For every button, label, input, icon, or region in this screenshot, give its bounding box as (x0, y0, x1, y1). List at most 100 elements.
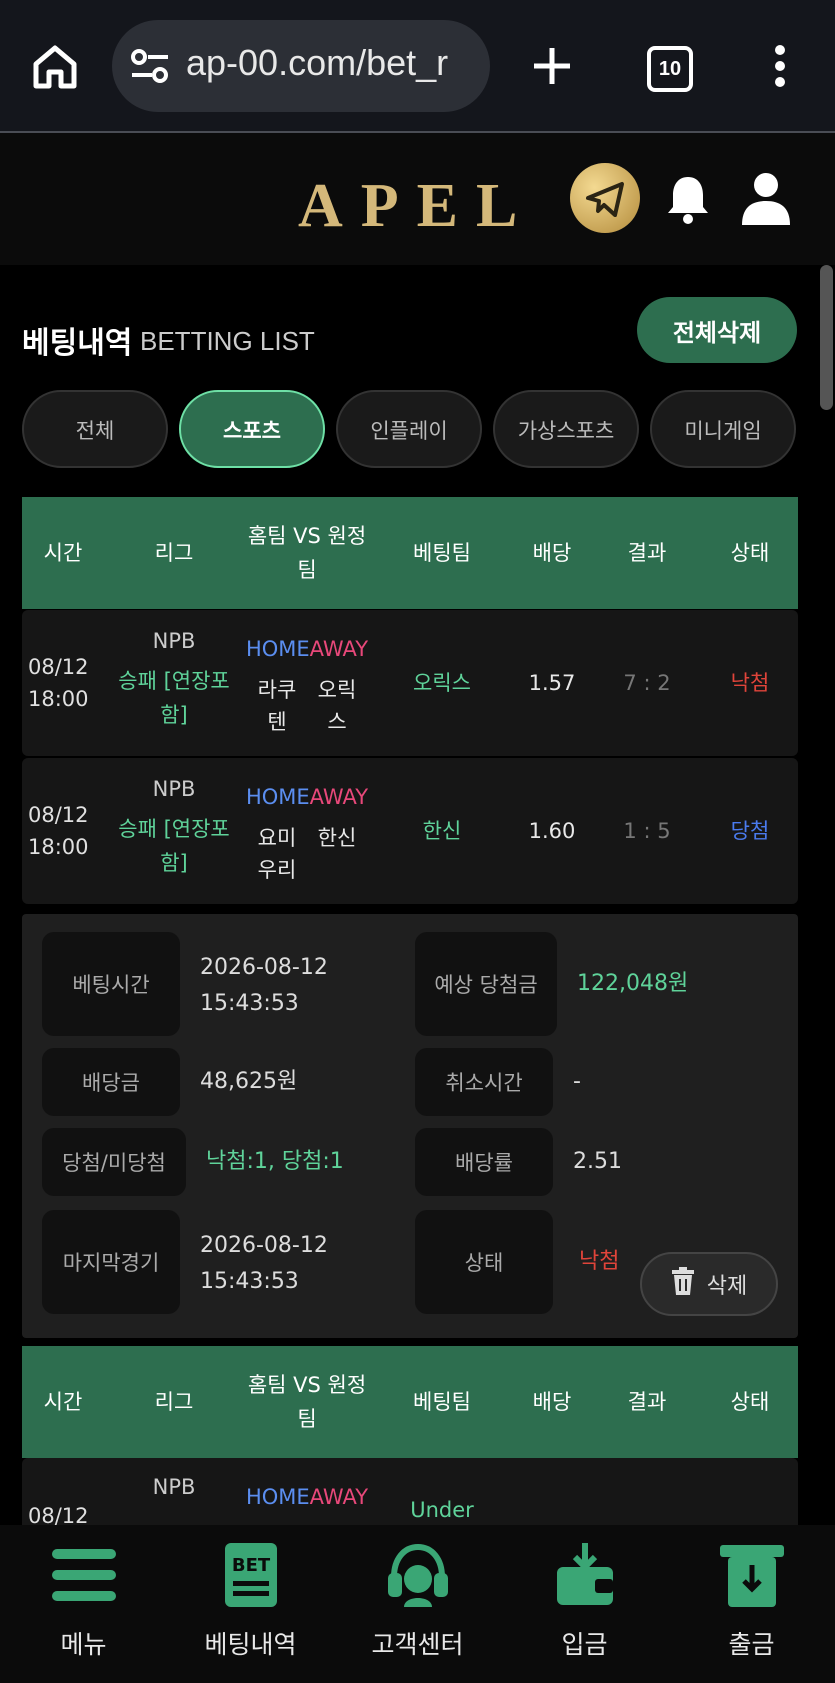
address-bar[interactable]: ap-00.com/bet_r (112, 20, 490, 112)
league-name: NPB (152, 629, 196, 653)
league-name: NPB (152, 1475, 196, 1499)
state-value: 낙첨 (579, 1249, 620, 1274)
header-time: 시간 (43, 541, 83, 565)
tab-all[interactable]: 전체 (22, 390, 168, 468)
home-icon[interactable] (30, 42, 80, 92)
page-title: 베팅내역 (22, 326, 133, 361)
nav-item-withdraw[interactable]: 출금 (668, 1525, 835, 1683)
menu-icon (52, 1549, 116, 1601)
nav-item-menu[interactable]: 메뉴 (0, 1525, 167, 1683)
notification-bell-icon[interactable] (665, 173, 711, 225)
nav-label: 출금 (728, 1630, 775, 1659)
nav-item-betting[interactable]: BET 베팅내역 (167, 1525, 334, 1683)
header-time: 시간 (43, 1390, 83, 1414)
more-options-icon[interactable] (774, 44, 786, 88)
bet-team: 한신 (422, 819, 462, 843)
bet-time-value: 2026-08-12 15:43:53 (200, 955, 328, 1016)
amount-value: 48,625원 (200, 1069, 298, 1094)
header-status: 상태 (730, 1390, 770, 1414)
state-label: 상태 (415, 1210, 553, 1314)
headset-icon (388, 1543, 448, 1607)
header-odds: 배당 (532, 1390, 572, 1414)
odds-value: 1.60 (528, 819, 576, 843)
tab-virtual-sports[interactable]: 가상스포츠 (493, 390, 639, 468)
url-text: ap-00.com/bet_r (186, 42, 449, 83)
amount-label: 배당금 (42, 1048, 180, 1116)
home-away-label: HOME AWAY (245, 1485, 369, 1509)
table-header: 시간 리그 홈팀 VS 원정팀 베팅팀 배당 결과 상태 (22, 497, 798, 609)
site-settings-icon[interactable] (130, 48, 170, 84)
table-row: 08/12 NPB HOME AWAY Under (22, 1458, 798, 1528)
page-subtitle: BETTING LIST (140, 326, 315, 356)
header-odds: 배당 (532, 541, 572, 565)
score-value: 1 : 5 (623, 819, 671, 843)
bet-time-label: 베팅시간 (42, 932, 180, 1036)
header-matchup: 홈팀 VS 원정팀 (247, 1373, 367, 1431)
home-away-label: HOME AWAY (245, 785, 369, 809)
trash-icon (671, 1267, 695, 1301)
header-result: 결과 (627, 1390, 667, 1414)
new-tab-icon[interactable] (530, 44, 574, 88)
home-team: 라쿠텐 (257, 678, 297, 734)
table-row: 08/12 18:00 NPB 승패 [연장포함] HOME AWAY 요미우리 한… (22, 758, 798, 904)
cancel-time-value: - (573, 1069, 581, 1094)
market-type: 승패 [연장포함] (118, 669, 230, 727)
svg-text:BET: BET (232, 1555, 271, 1576)
table-header: 시간 리그 홈팀 VS 원정팀 베팅팀 배당 결과 상태 (22, 1346, 798, 1458)
nav-label: 베팅내역 (204, 1630, 297, 1659)
nav-label: 고객센터 (371, 1630, 464, 1659)
odds-rate-value: 2.51 (573, 1149, 622, 1174)
last-game-value: 2026-08-12 15:43:53 (200, 1233, 328, 1294)
deposit-wallet-icon (557, 1543, 613, 1605)
header-league: 리그 (154, 541, 194, 565)
nav-label: 입금 (561, 1630, 608, 1659)
tab-inplay[interactable]: 인플레이 (336, 390, 482, 468)
tab-minigame[interactable]: 미니게임 (650, 390, 796, 468)
browser-toolbar: ap-00.com/bet_r 10 (0, 0, 835, 133)
header-matchup: 홈팀 VS 원정팀 (247, 524, 367, 582)
odds-value: 1.57 (528, 671, 576, 695)
away-team: 오릭스 (317, 678, 357, 734)
last-game-label: 마지막경기 (42, 1210, 180, 1314)
header-status: 상태 (730, 541, 770, 565)
cancel-time-label: 취소시간 (415, 1048, 553, 1116)
bet-team: 오릭스 (413, 671, 471, 695)
nav-item-support[interactable]: 고객센터 (334, 1525, 501, 1683)
telegram-icon[interactable] (570, 163, 640, 233)
withdraw-icon (720, 1545, 784, 1607)
bottom-nav: 메뉴 BET 베팅내역 고객센터 입금 출금 (0, 1525, 835, 1683)
result-count-label: 당첨/미당첨 (42, 1128, 186, 1196)
odds-rate-label: 배당률 (415, 1128, 553, 1196)
home-team: 요미우리 (257, 826, 297, 882)
status-badge: 낙첨 (730, 671, 770, 695)
filter-tabs: 전체 스포츠 인플레이 가상스포츠 미니게임 (22, 390, 798, 470)
market-type: 승패 [연장포함] (118, 817, 230, 875)
header-result: 결과 (627, 541, 667, 565)
bet-summary: 베팅시간 2026-08-12 15:43:53 예상 당첨금 122,048원 … (22, 914, 798, 1338)
home-away-label: HOME AWAY (245, 637, 369, 661)
delete-all-button[interactable]: 전체삭제 (637, 297, 797, 363)
user-profile-icon[interactable] (740, 171, 792, 227)
result-count-value: 낙첨:1, 당첨:1 (206, 1149, 344, 1174)
bet-date: 08/12 (28, 1504, 89, 1528)
score-value: 7 : 2 (623, 671, 671, 695)
header-league: 리그 (154, 1390, 194, 1414)
site-logo[interactable]: APEL (298, 171, 535, 242)
league-name: NPB (152, 777, 196, 801)
expected-win-value: 122,048원 (577, 971, 689, 996)
bet-time: 08/12 18:00 (28, 803, 89, 859)
status-badge: 당첨 (730, 819, 770, 843)
tab-switcher-button[interactable]: 10 (647, 46, 693, 92)
tab-sports[interactable]: 스포츠 (179, 390, 325, 468)
bet-team: Under (410, 1498, 474, 1522)
expected-win-label: 예상 당첨금 (415, 932, 557, 1036)
away-team: 한신 (317, 826, 357, 850)
nav-item-deposit[interactable]: 입금 (501, 1525, 668, 1683)
bet-time: 08/12 18:00 (28, 655, 89, 711)
header-bet-team: 베팅팀 (413, 541, 471, 565)
header-bet-team: 베팅팀 (413, 1390, 471, 1414)
delete-button[interactable]: 삭제 (640, 1252, 778, 1316)
nav-label: 메뉴 (60, 1630, 107, 1659)
page-scrollbar[interactable] (820, 265, 833, 410)
table-row: 08/12 18:00 NPB 승패 [연장포함] HOME AWAY 라쿠텐 오릭… (22, 610, 798, 756)
